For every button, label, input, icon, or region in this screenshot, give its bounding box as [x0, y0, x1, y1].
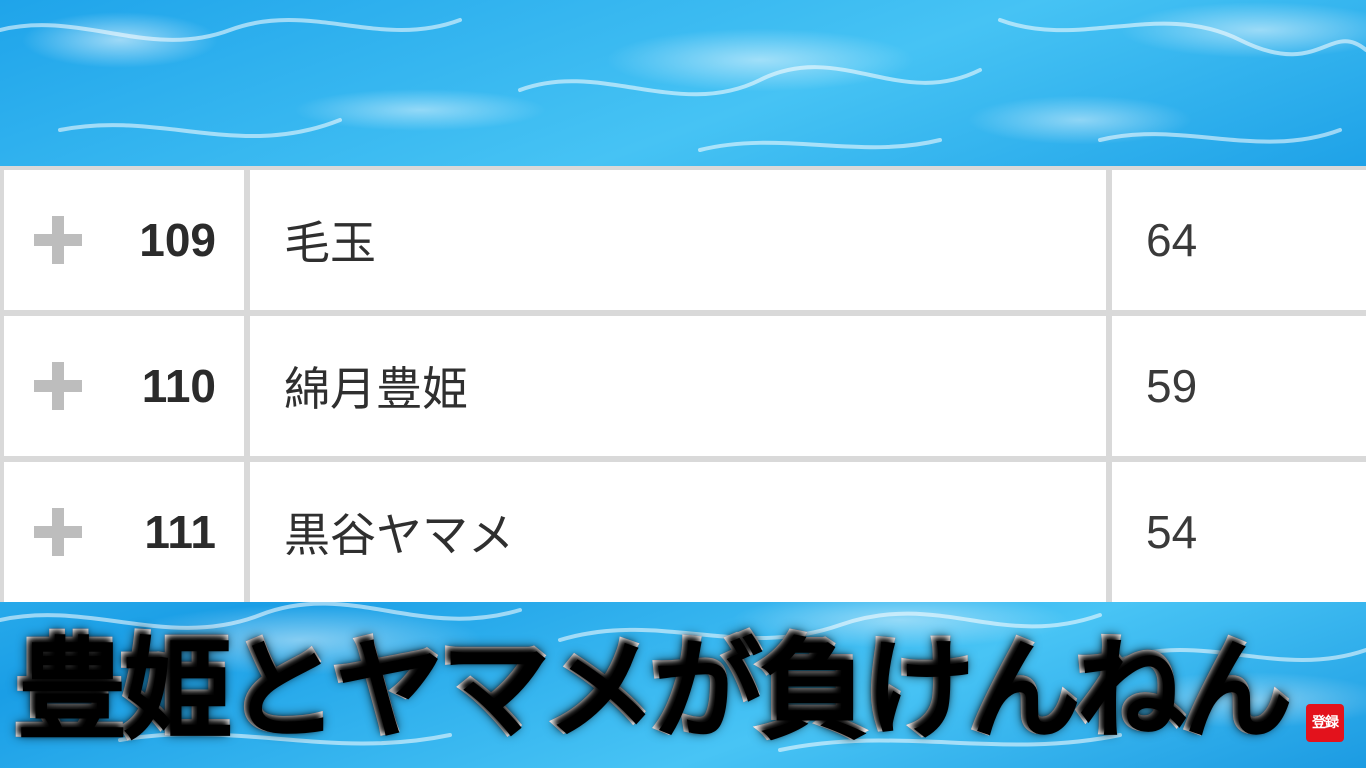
score-cell: 54	[1112, 462, 1366, 602]
character-name: 毛玉	[284, 216, 376, 270]
subscribe-button[interactable]: 登録	[1306, 704, 1344, 742]
video-caption: 豊姫とヤマメが負けんねん	[12, 618, 1304, 758]
vote-count: 54	[1146, 506, 1198, 558]
plus-icon[interactable]	[34, 362, 82, 410]
rank-number: 111	[144, 506, 216, 558]
table-row: 111 黒谷ヤマメ 54	[4, 462, 1366, 602]
vote-count: 64	[1146, 214, 1198, 266]
caption-text: 豊姫とヤマメが負けんねん	[12, 621, 1293, 755]
rank-number: 110	[141, 360, 216, 412]
table-row: 110 綿月豊姫 59	[4, 316, 1366, 456]
name-cell: 綿月豊姫	[250, 316, 1106, 456]
plus-icon[interactable]	[34, 216, 82, 264]
rank-number: 109	[139, 214, 216, 266]
score-cell: 64	[1112, 170, 1366, 310]
character-name: 黒谷ヤマメ	[284, 508, 514, 562]
rank-cell: 109	[4, 170, 244, 310]
name-cell: 黒谷ヤマメ	[250, 462, 1106, 602]
table-row: 109 毛玉 64	[4, 170, 1366, 310]
character-name: 綿月豊姫	[284, 362, 468, 416]
rank-cell: 110	[4, 316, 244, 456]
score-cell: 59	[1112, 316, 1366, 456]
vote-count: 59	[1146, 360, 1198, 412]
ranking-table: 109 毛玉 64 110 綿月豊姫 59 111 黒谷ヤマメ 54	[0, 166, 1366, 602]
name-cell: 毛玉	[250, 170, 1106, 310]
plus-icon[interactable]	[34, 508, 82, 556]
rank-cell: 111	[4, 462, 244, 602]
